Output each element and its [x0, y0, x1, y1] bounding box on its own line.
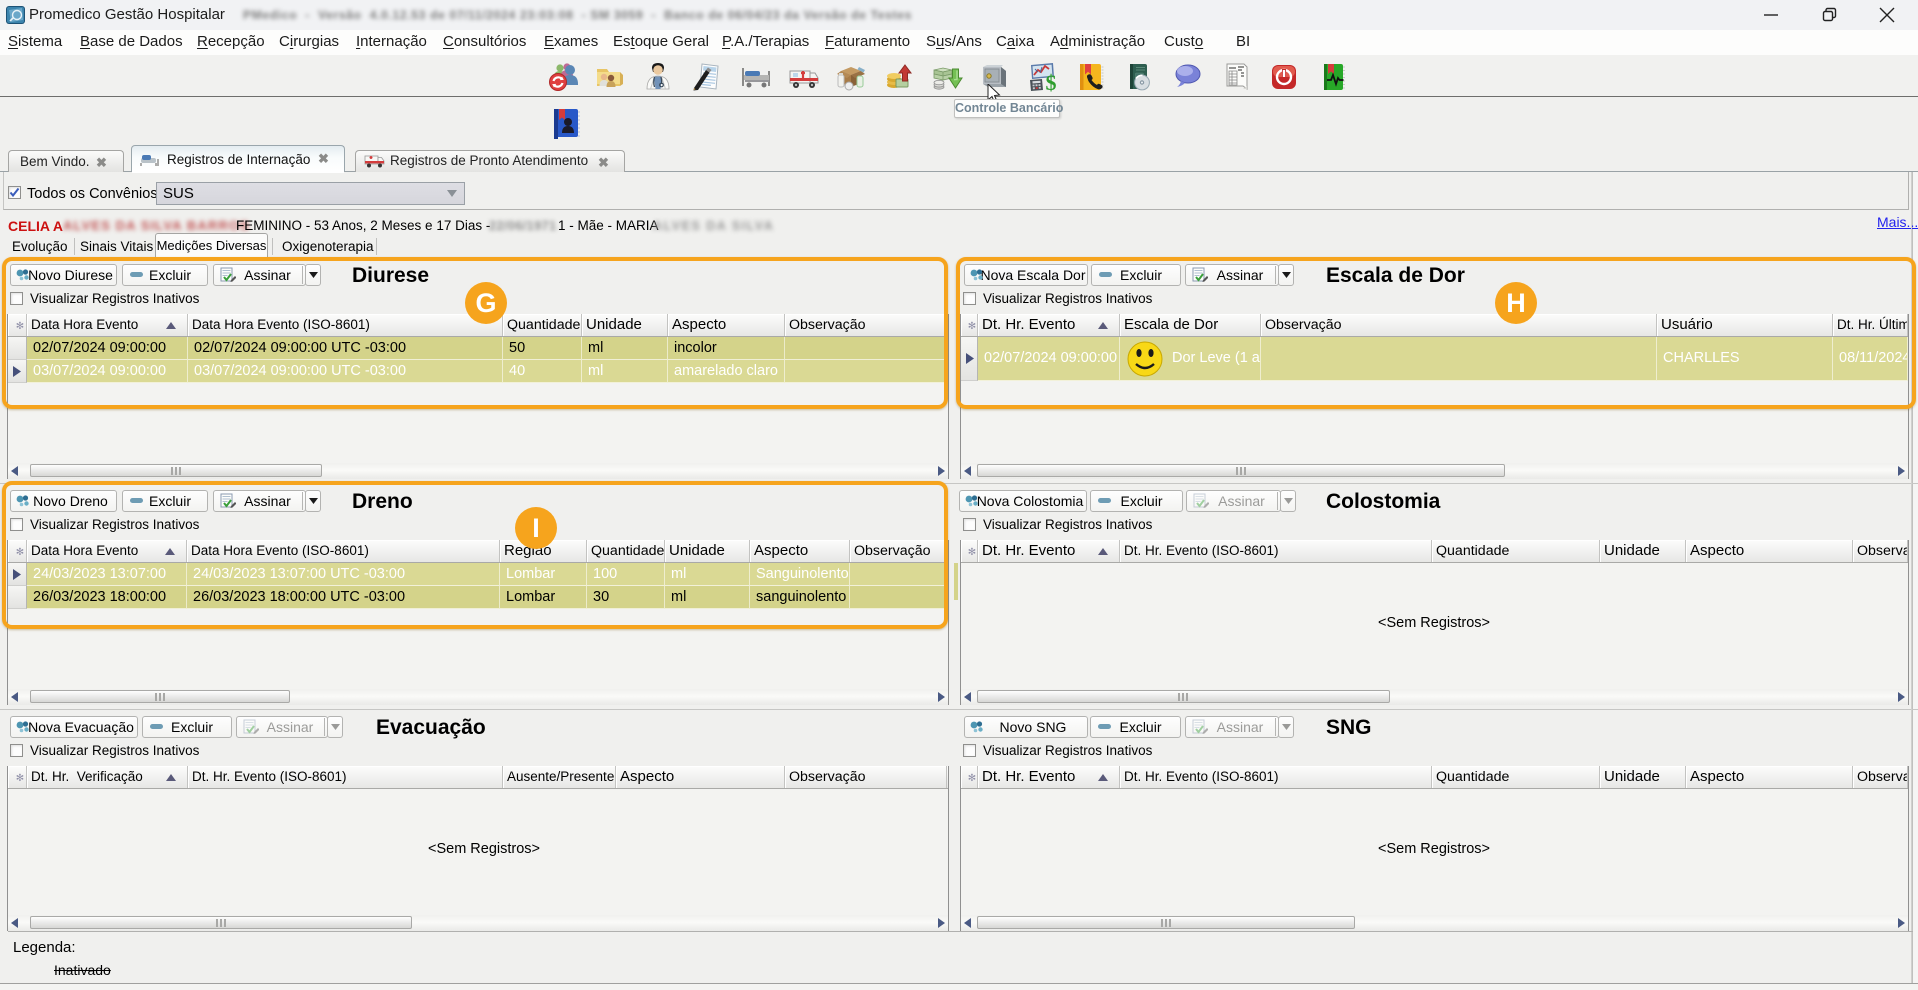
svg-text:$: $ — [1046, 70, 1057, 93]
